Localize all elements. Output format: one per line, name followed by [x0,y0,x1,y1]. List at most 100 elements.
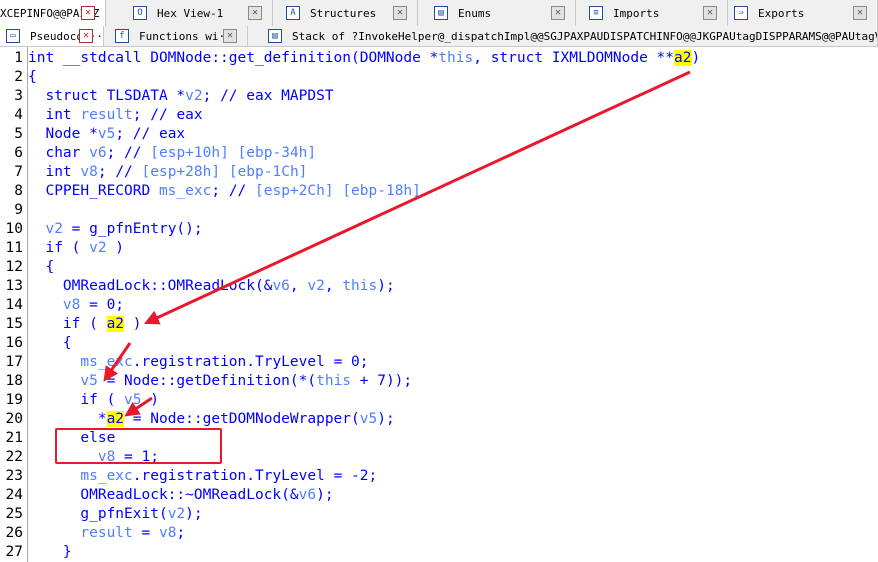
line-number: 19 [5,392,23,408]
tab-bar-top: XCEPINFO@@PAI@Z ✕ O Hex View-1 ✕ A Structures ✕… [0,0,878,27]
line-number: 16 [5,335,23,351]
code-line[interactable]: 23 ms_exc.registration.TryLevel = -2; [0,467,378,486]
code-line[interactable]: 25 g_pfnExit(v2); [0,505,203,524]
code-line[interactable]: 27 } [0,543,72,562]
code-line[interactable]: 7 int v8; // [esp+28h] [ebp-1Ch] [0,163,307,182]
line-number: 24 [5,487,23,503]
functions-icon: f [115,29,129,43]
code-text: OMReadLock::OMReadLock(&v6, v2, this); [28,278,395,294]
line-number: 26 [5,525,23,541]
line-number: 27 [5,544,23,560]
code-line[interactable]: 10 v2 = g_pfnEntry(); [0,220,203,239]
code-line[interactable]: 5 Node *v5; // eax [0,125,185,144]
code-text: { [28,335,72,351]
close-icon[interactable]: ✕ [393,6,407,20]
code-text: int __stdcall DOMNode::get_definition(DO… [28,50,701,66]
code-text: struct TLSDATA *v2; // eax MAPDST [28,88,334,104]
close-icon[interactable]: ✕ [223,29,237,43]
close-icon[interactable]: ✕ [551,6,565,20]
tab-label: Imports [613,6,660,20]
line-number: 3 [14,88,23,104]
line-number: 14 [5,297,23,313]
line-number: 20 [5,411,23,427]
code-line[interactable]: 8 CPPEH_RECORD ms_exc; // [esp+2Ch] [ebp… [0,182,421,201]
tab-sub-1[interactable]: f Functions wi··· ✕ [109,26,248,46]
code-line[interactable]: 6 char v6; // [esp+10h] [ebp-34h] [0,144,316,163]
code-line[interactable]: 19 if ( v5 ) [0,391,159,410]
code-text: Node *v5; // eax [28,126,186,142]
line-number: 15 [5,316,23,332]
line-number: 13 [5,278,23,294]
code-line[interactable]: 17 ms_exc.registration.TryLevel = 0; [0,353,369,372]
code-text: ms_exc.registration.TryLevel = 0; [80,354,369,370]
code-text: v8 = 0; [62,297,125,313]
imports-icon: ≡ [589,6,603,20]
code-line[interactable]: 3 struct TLSDATA *v2; // eax MAPDST [0,87,334,106]
stack-icon: ▤ [268,29,282,43]
line-number: 7 [14,164,23,180]
tab-top-5[interactable]: ⇒ Exports ✕ [728,0,878,26]
pseudocode-view[interactable]: 1 int __stdcall DOMNode::get_definition(D… [0,47,878,562]
exports-icon: ⇒ [734,6,748,20]
code-text: char v6; // [esp+10h] [ebp-34h] [28,145,317,161]
tab-top-0[interactable]: XCEPINFO@@PAI@Z ✕ [0,0,106,26]
close-icon[interactable]: ✕ [79,29,93,43]
structures-icon: A [286,6,300,20]
code-line[interactable]: 1 int __stdcall DOMNode::get_definition(D… [0,49,700,68]
code-text: if ( v2 ) [28,240,125,256]
line-number: 6 [14,145,23,161]
close-icon[interactable]: ✕ [853,6,867,20]
code-line[interactable]: 4 int result; // eax [0,106,203,125]
code-text: int result; // eax [28,107,203,123]
line-number: 21 [5,430,23,446]
code-line[interactable]: 15 if ( a2 ) [0,315,142,334]
code-line[interactable]: 12 { [0,258,55,277]
tab-top-1[interactable]: O Hex View-1 ✕ [127,0,273,26]
code-text: int v8; // [esp+28h] [ebp-1Ch] [28,164,308,180]
line-number: 17 [5,354,23,370]
code-text: OMReadLock::~OMReadLock(&v6); [28,487,334,503]
code-line[interactable]: 2{ [0,68,37,87]
line-number: 11 [5,240,23,256]
tab-top-2[interactable]: A Structures ✕ [280,0,418,26]
tab-sub-2[interactable]: ▤ Stack of ?InvokeHelper@_dispatchImpl@@S… [262,26,878,46]
code-line[interactable]: 26 result = v8; [0,524,186,543]
code-text: CPPEH_RECORD ms_exc; // [esp+2Ch] [ebp-1… [28,183,421,199]
code-line[interactable]: 18 v5 = Node::getDefinition(*(this + 7))… [0,372,413,391]
line-number: 1 [14,50,23,66]
line-number: 25 [5,506,23,522]
tab-top-3[interactable]: ▤ Enums ✕ [428,0,576,26]
code-line[interactable]: 20 *a2 = Node::getDOMNodeWrapper(v5); [0,410,395,429]
line-number: 22 [5,449,23,465]
code-text: { [28,69,37,85]
code-line[interactable]: 24 OMReadLock::~OMReadLock(&v6); [0,486,334,505]
tab-sub-0[interactable]: ▭ Pseudoco··· ✕ [0,26,104,46]
code-text: v5 = Node::getDefinition(*(this + 7)); [80,373,413,389]
tab-label: Enums [458,6,492,20]
code-line[interactable]: 13 OMReadLock::OMReadLock(&v6, v2, this)… [0,277,395,296]
code-line[interactable]: 11 if ( v2 ) [0,239,125,258]
line-number: 12 [5,259,23,275]
hex-view-icon: O [133,6,147,20]
close-icon[interactable]: ✕ [703,6,717,20]
line-number: 23 [5,468,23,484]
code-line[interactable]: 9 [0,201,28,220]
tab-bar-sub: ▭ Pseudoco··· ✕ f Functions wi··· ✕ ▤ Stack of … [0,26,878,47]
line-number: 10 [5,221,23,237]
code-text: v2 = g_pfnEntry(); [45,221,203,237]
code-text: *a2 = Node::getDOMNodeWrapper(v5); [28,411,395,427]
code-text: { [28,259,55,275]
code-text: result = v8; [80,525,186,541]
line-number: 5 [14,126,23,142]
close-icon[interactable]: ✕ [248,6,262,20]
tab-label: Hex View-1 [157,6,224,20]
pseudocode-icon: ▭ [6,29,20,43]
line-number: 2 [14,69,23,85]
code-text: if ( a2 ) [28,316,142,332]
code-text: ms_exc.registration.TryLevel = -2; [80,468,378,484]
code-line[interactable]: 16 { [0,334,72,353]
line-number: 8 [14,183,23,199]
tab-top-4[interactable]: ≡ Imports ✕ [583,0,728,26]
close-icon[interactable]: ✕ [81,6,95,20]
code-line[interactable]: 14 v8 = 0; [0,296,125,315]
